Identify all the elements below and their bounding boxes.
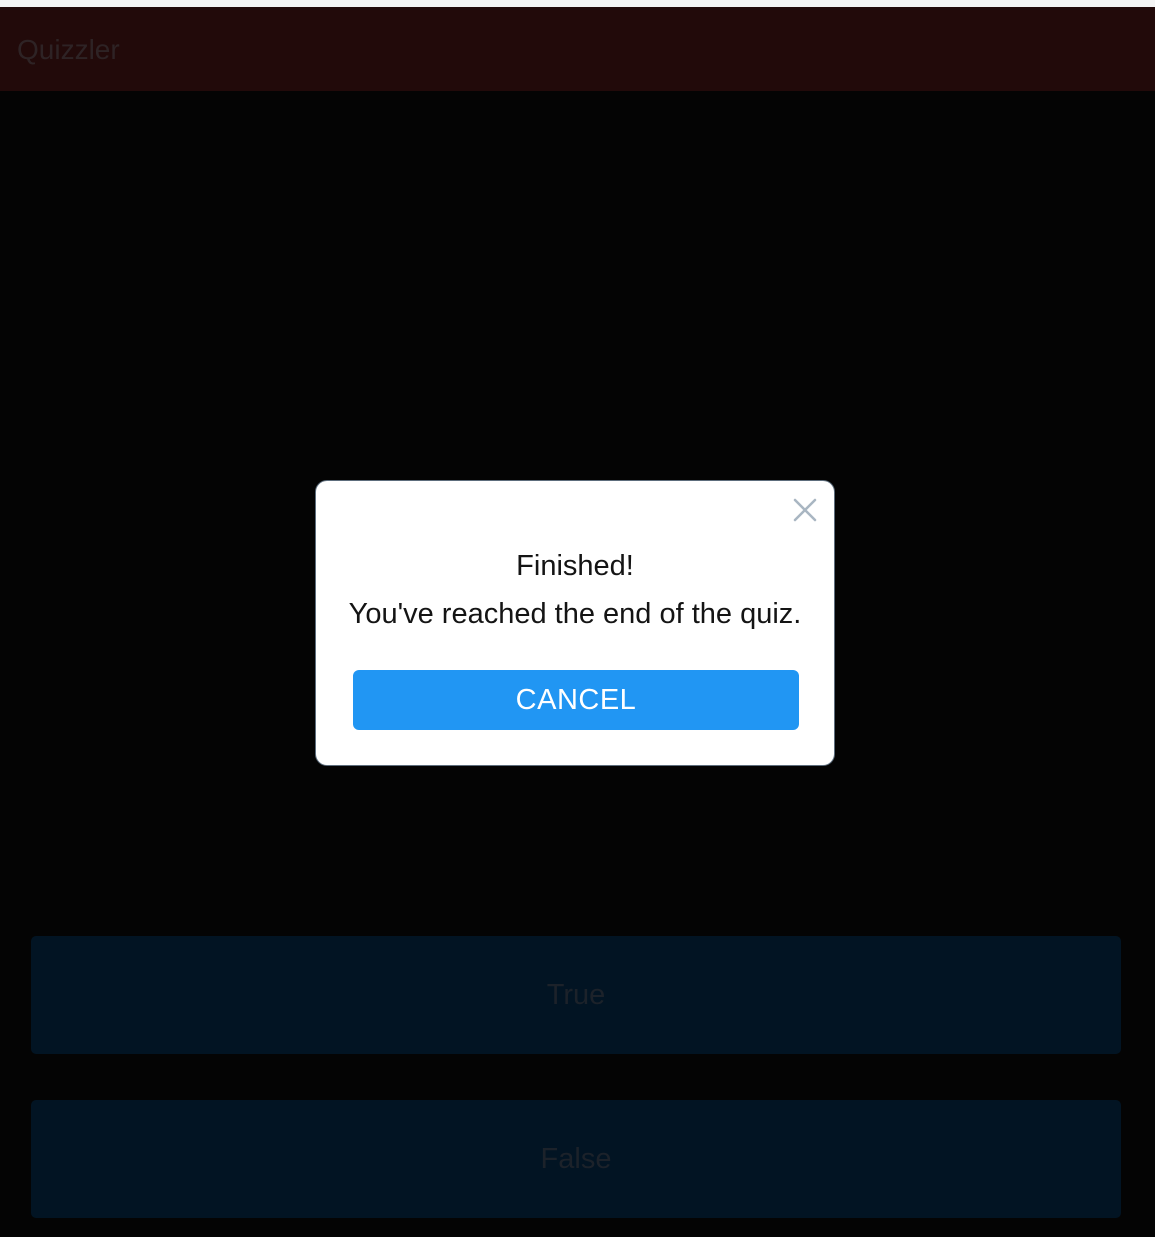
status-strip [0,0,1155,7]
dialog-title: Finished! [516,550,634,582]
close-icon[interactable] [790,495,820,525]
false-button[interactable]: False [31,1100,1121,1218]
cancel-button[interactable]: CANCEL [353,670,799,730]
app-bar: Quizzler [0,7,1155,91]
true-button[interactable]: True [31,936,1121,1054]
false-button-label: False [540,1142,612,1175]
dialog-message: You've reached the end of the quiz. [348,598,802,630]
app-title: Quizzler [17,34,120,65]
cancel-button-label: CANCEL [515,683,637,716]
finished-dialog: Finished! You've reached the end of the … [315,480,835,766]
true-button-label: True [546,978,606,1011]
